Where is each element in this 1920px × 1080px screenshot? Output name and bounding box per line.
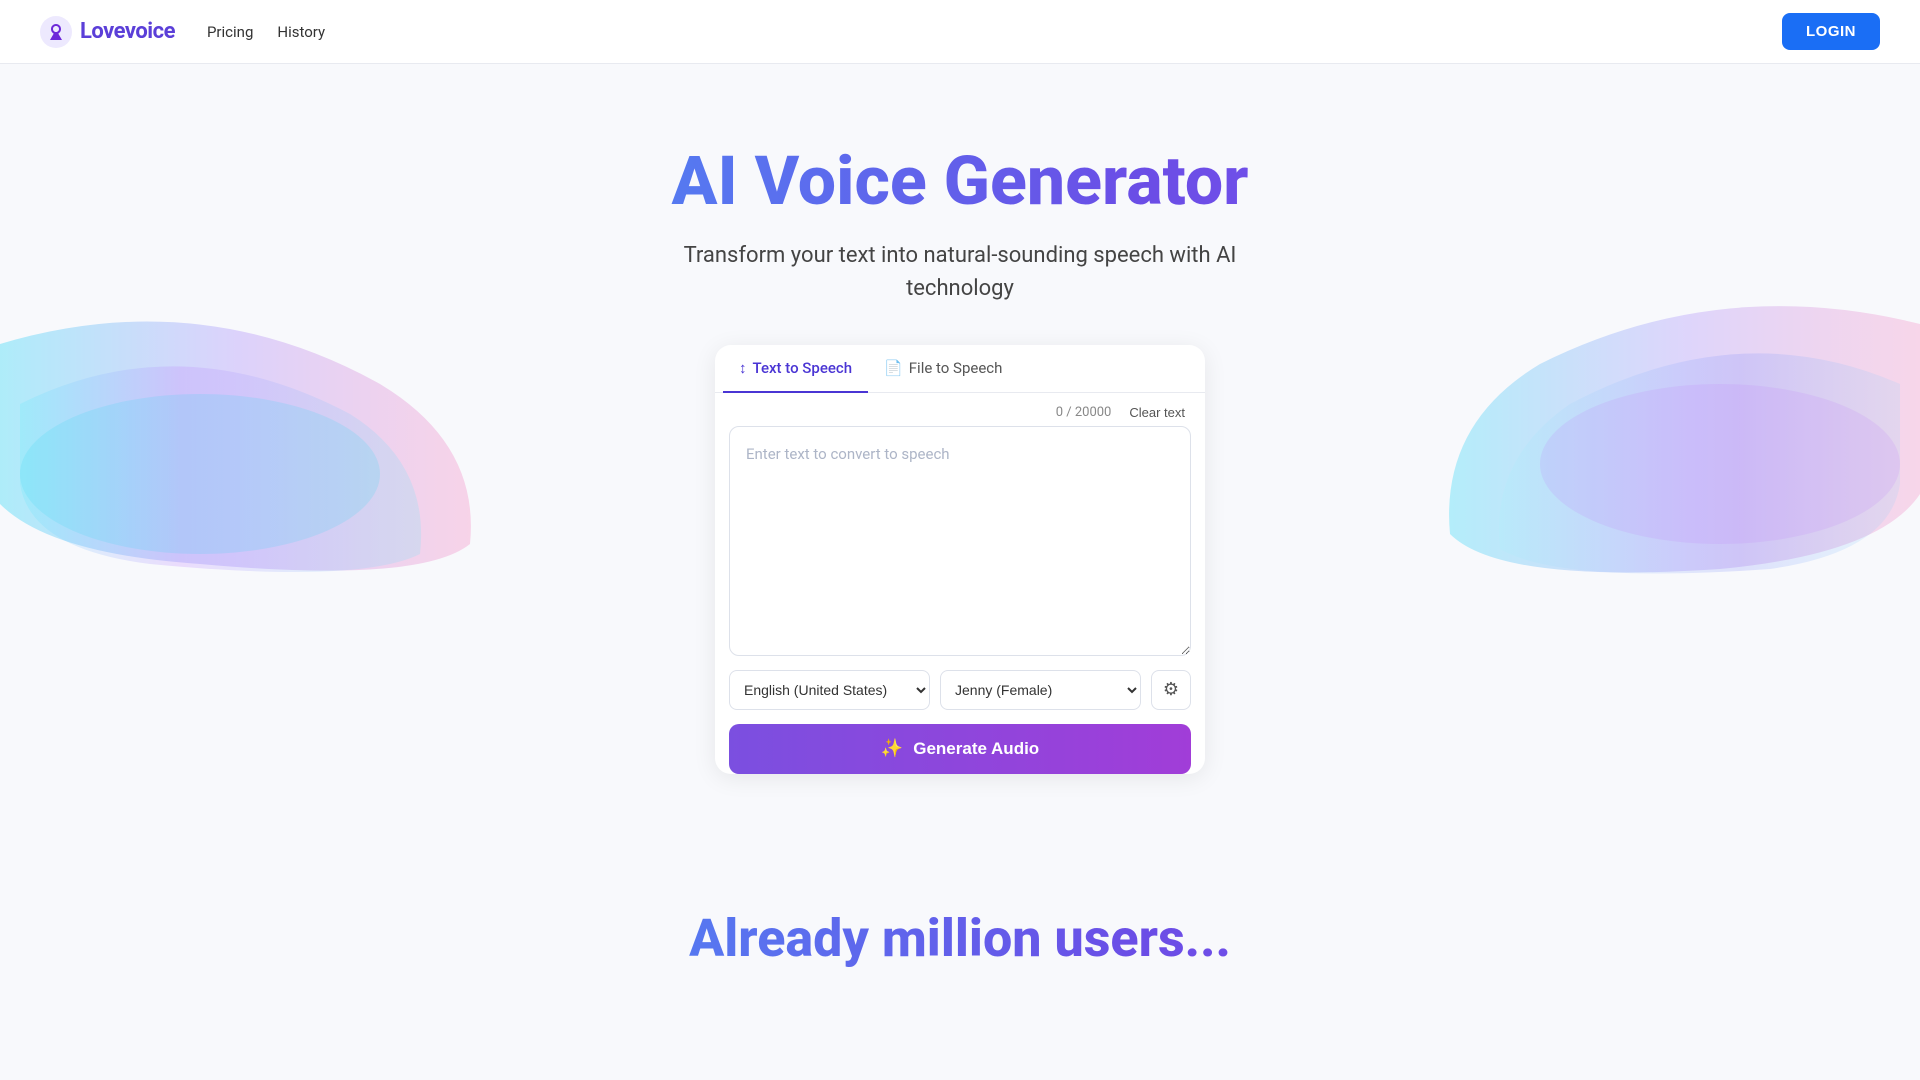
settings-button[interactable]: ⚙ — [1151, 670, 1191, 710]
settings-icon: ⚙ — [1163, 679, 1179, 700]
textarea-header: 0 / 20000 Clear text — [715, 393, 1205, 426]
navbar: Lovevoice Pricing History LOGIN — [0, 0, 1920, 64]
nav-links: Pricing History — [207, 23, 325, 41]
navbar-left: Lovevoice Pricing History — [40, 16, 325, 48]
hero-section: AI Voice Generator Transform your text i… — [0, 64, 1920, 848]
bottom-title: Already million users... — [20, 908, 1900, 969]
tab-file-to-speech-label: File to Speech — [909, 359, 1003, 377]
file-to-speech-icon: 📄 — [884, 359, 903, 377]
char-count-current: 0 — [1056, 405, 1063, 420]
generate-audio-label: Generate Audio — [913, 739, 1039, 759]
tab-text-to-speech[interactable]: ↕ Text to Speech — [723, 345, 868, 393]
brand-name: Lovevoice — [80, 19, 175, 44]
history-link[interactable]: History — [277, 23, 325, 41]
tab-file-to-speech[interactable]: 📄 File to Speech — [868, 345, 1018, 393]
controls-row: English (United States) Spanish French G… — [715, 670, 1205, 724]
hero-subtitle: Transform your text into natural-soundin… — [660, 239, 1260, 305]
voice-select[interactable]: Jenny (Female) Aria (Female) Guy (Male) … — [940, 670, 1141, 710]
bottom-section: Already million users... — [0, 848, 1920, 969]
generate-audio-icon: ✨ — [881, 738, 903, 759]
char-count: 0 / 20000 — [1056, 405, 1112, 420]
speech-textarea[interactable] — [729, 426, 1191, 656]
tab-text-to-speech-label: Text to Speech — [753, 359, 853, 377]
language-select[interactable]: English (United States) Spanish French G… — [729, 670, 930, 710]
generate-audio-button[interactable]: ✨ Generate Audio — [729, 724, 1191, 774]
clear-text-button[interactable]: Clear text — [1123, 403, 1191, 422]
char-count-separator: / — [1066, 405, 1075, 420]
logo-link[interactable]: Lovevoice — [40, 16, 175, 48]
char-count-max: 20000 — [1075, 405, 1112, 420]
textarea-wrap — [715, 426, 1205, 670]
hero-title: AI Voice Generator — [20, 144, 1900, 219]
login-button[interactable]: LOGIN — [1782, 13, 1880, 50]
text-to-speech-icon: ↕ — [739, 359, 747, 377]
tab-bar: ↕ Text to Speech 📄 File to Speech — [715, 345, 1205, 393]
pricing-link[interactable]: Pricing — [207, 23, 253, 41]
main-card: ↕ Text to Speech 📄 File to Speech 0 / 20… — [715, 345, 1205, 774]
logo-icon — [40, 16, 72, 48]
